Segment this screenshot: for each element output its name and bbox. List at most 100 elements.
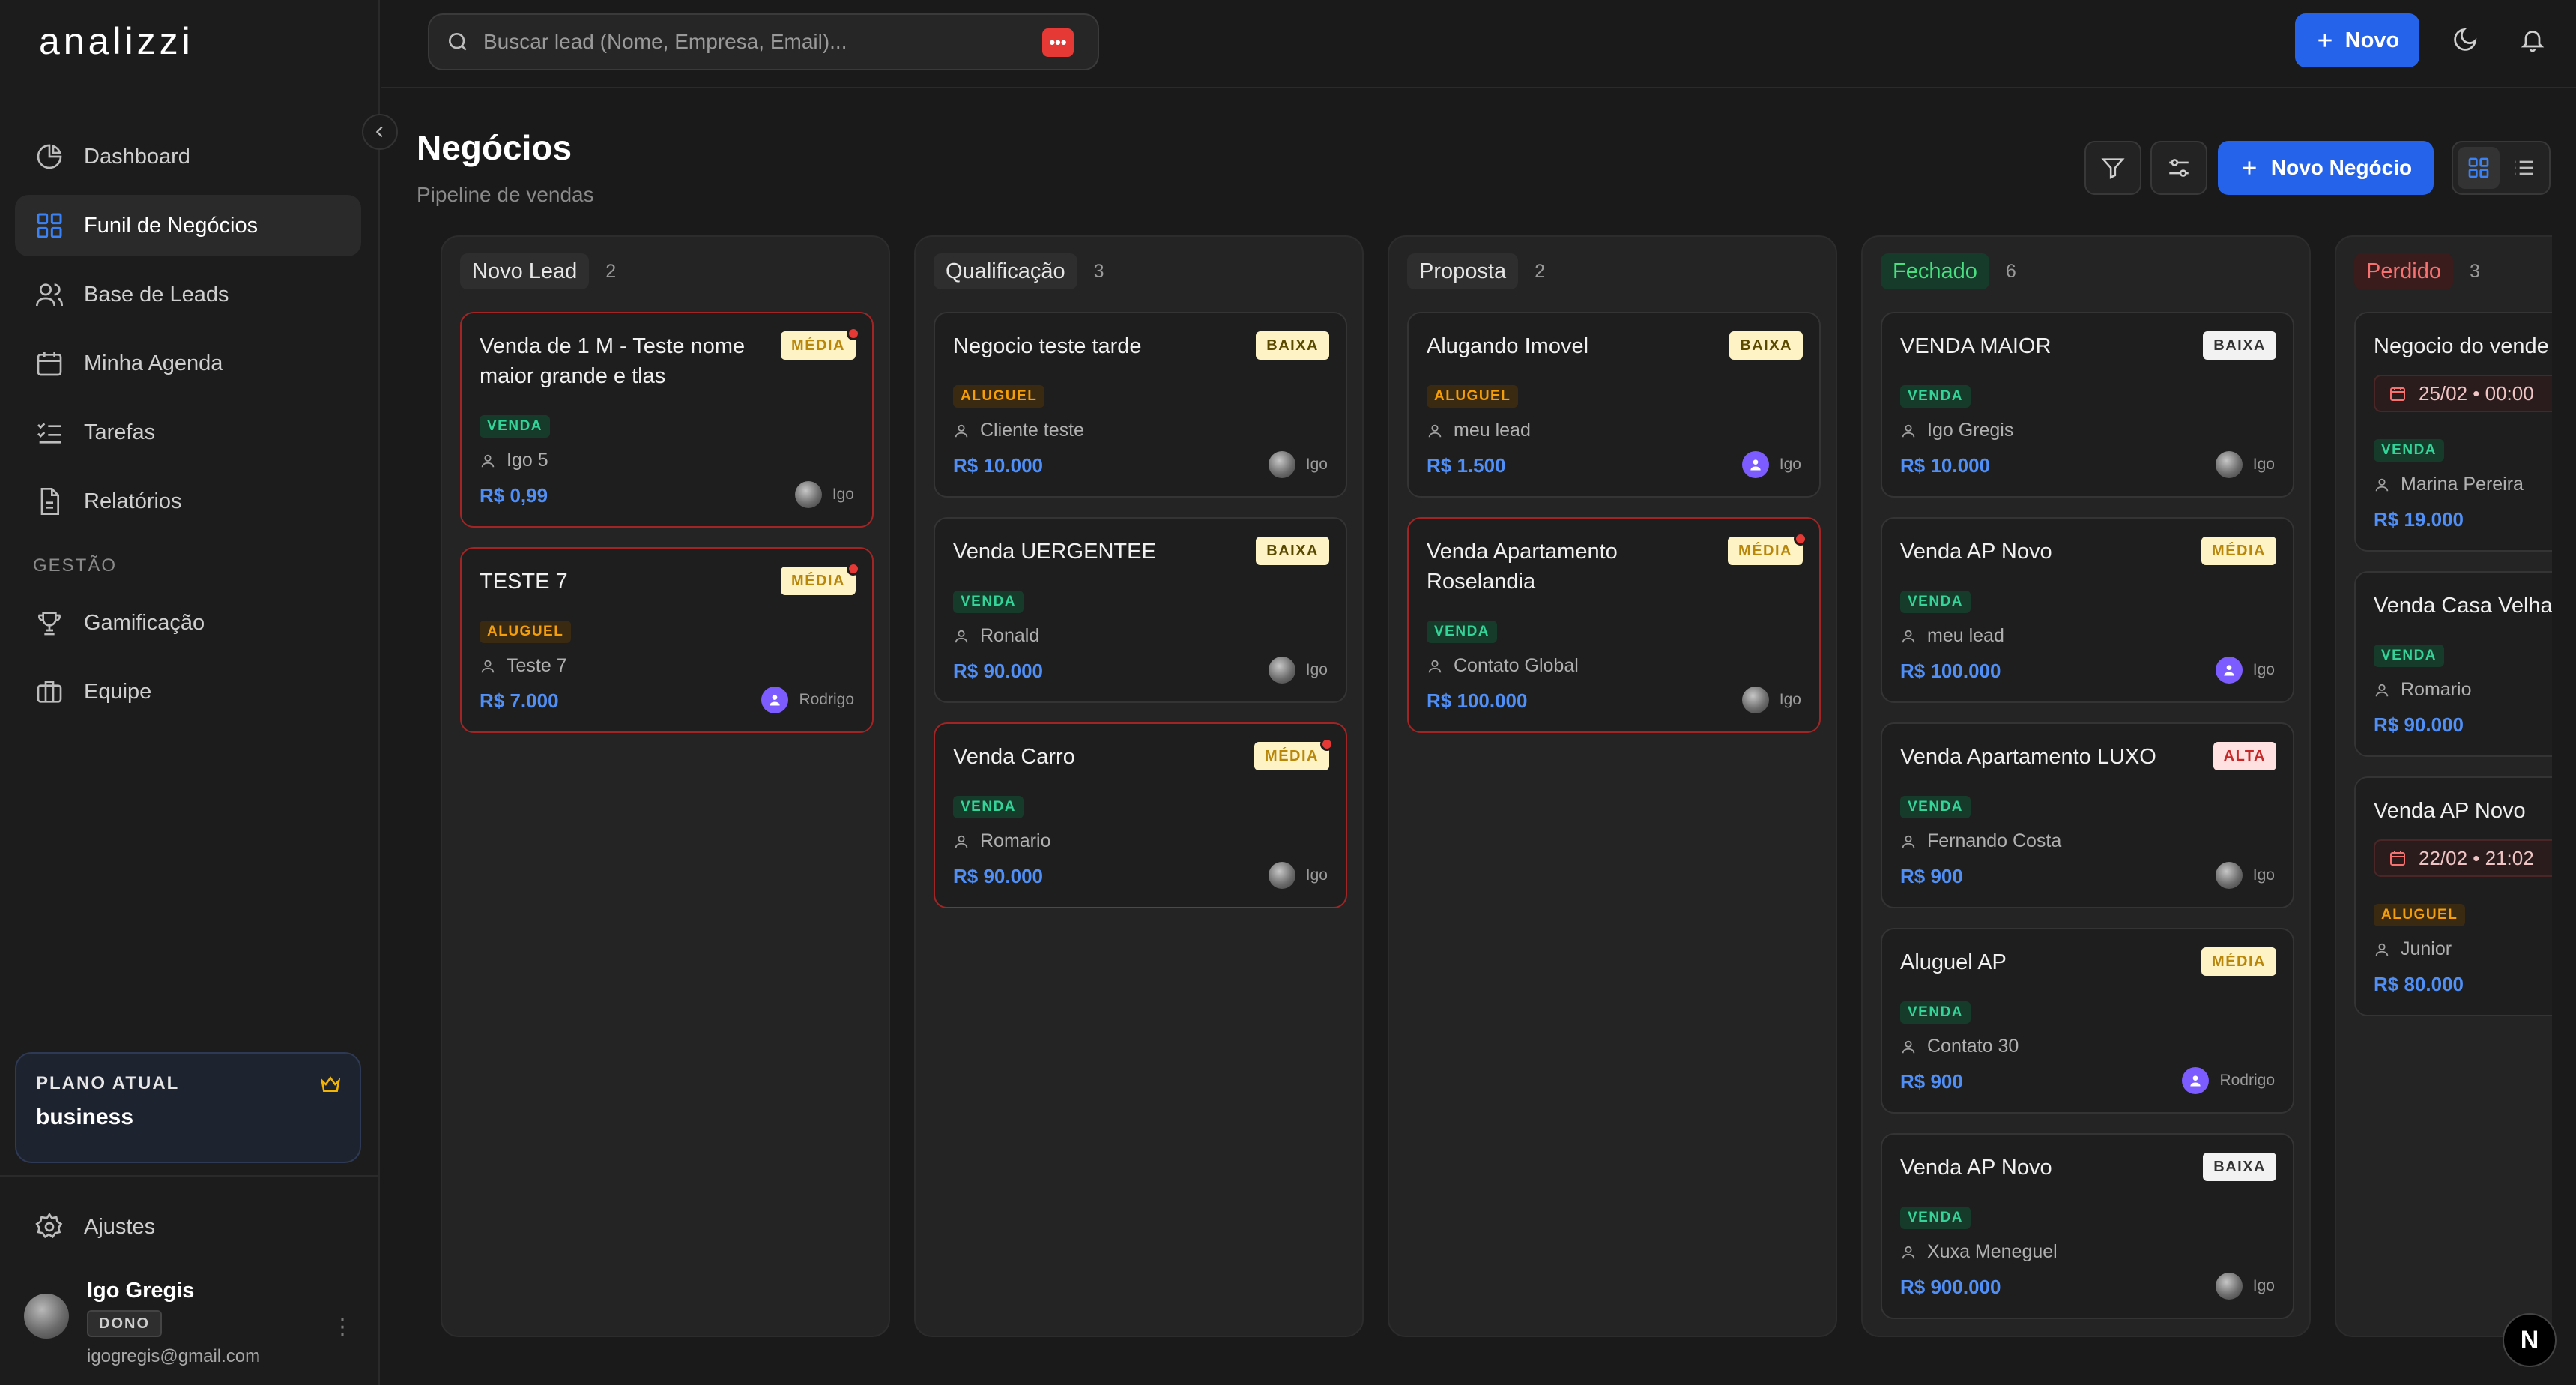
- deal-title: Venda Casa Velha: [2374, 594, 2552, 618]
- more-vertical-icon[interactable]: ⋮: [331, 1312, 354, 1342]
- deal-card[interactable]: VENDA MAIOR BAIXA VENDA Igo Gregis R$ 10…: [1881, 312, 2294, 498]
- user-icon: [1902, 630, 1915, 642]
- sidebar-item-funil[interactable]: Funil de Negócios: [15, 195, 361, 256]
- list-view-button[interactable]: [2503, 147, 2545, 189]
- column-count: 2: [605, 260, 617, 282]
- sidebar-item-label: Gamificação: [84, 610, 205, 635]
- deal-card[interactable]: Venda AP Novo 22/02 • 21:02 ALUGUEL Juni…: [2354, 776, 2552, 1016]
- deal-contact: Igo Gregis: [1900, 420, 2013, 441]
- column-title: Perdido: [2354, 253, 2453, 289]
- sidebar-item-gamificacao[interactable]: Gamificação: [15, 592, 361, 654]
- deal-type-badge: VENDA: [480, 415, 551, 438]
- user-icon: [2375, 684, 2389, 696]
- deal-card[interactable]: Venda Carro MÉDIA VENDA Romario R$ 90.00…: [934, 722, 1347, 908]
- deal-contact-name: Igo 5: [507, 450, 548, 471]
- extension-badge-icon[interactable]: •••: [1042, 28, 1074, 57]
- deal-contact: Ronald: [953, 625, 1039, 647]
- new-deal-button[interactable]: Novo Negócio: [2218, 141, 2434, 195]
- search-icon: [449, 33, 467, 51]
- view-toggle: [2452, 141, 2551, 195]
- due-date-text: 22/02 • 21:02: [2419, 846, 2534, 869]
- avatar: [2215, 1273, 2243, 1300]
- sidebar-item-label: Minha Agenda: [84, 351, 223, 375]
- deal-contact-name: Romario: [2401, 679, 2472, 700]
- deal-card[interactable]: Venda Apartamento LUXO ALTA VENDA Fernan…: [1881, 722, 2294, 908]
- deal-owner: Igo: [1268, 657, 1328, 684]
- deal-card[interactable]: Venda UERGENTEE BAIXA VENDA Ronald R$ 90…: [934, 517, 1347, 703]
- user-icon: [2375, 478, 2389, 491]
- alert-dot: [847, 327, 860, 340]
- sidebar-item-tarefas[interactable]: Tarefas: [15, 402, 361, 463]
- topbar: ••• Novo: [381, 0, 2576, 88]
- deal-owner: Igo: [2215, 451, 2275, 478]
- filter-button[interactable]: [2084, 141, 2141, 195]
- deal-type-badge: VENDA: [953, 796, 1024, 818]
- avatar: [2182, 1067, 2210, 1094]
- sidebar-item-leads[interactable]: Base de Leads: [15, 264, 361, 325]
- collapse-sidebar-button[interactable]: [362, 114, 398, 150]
- priority-badge: BAIXA: [2203, 1153, 2276, 1181]
- notifications-button[interactable]: [2514, 21, 2551, 58]
- due-date: 22/02 • 21:02: [2374, 839, 2552, 877]
- deal-card[interactable]: TESTE 7 MÉDIA ALUGUEL Teste 7 R$ 7.000 R…: [460, 547, 874, 733]
- search-box[interactable]: •••: [428, 13, 1099, 70]
- deal-card[interactable]: Aluguel AP MÉDIA VENDA Contato 30 R$ 900…: [1881, 928, 2294, 1114]
- theme-toggle-button[interactable]: [2446, 21, 2484, 58]
- deal-card[interactable]: Negocio do vende 25/02 • 00:00 VENDA Mar…: [2354, 312, 2552, 552]
- avatar: [1741, 687, 1769, 713]
- deal-contact: Igo 5: [480, 450, 548, 471]
- deal-card[interactable]: Venda AP Novo MÉDIA VENDA meu lead R$ 10…: [1881, 517, 2294, 703]
- deal-card[interactable]: Negocio teste tarde BAIXA ALUGUEL Client…: [934, 312, 1347, 498]
- deal-owner: Rodrigo: [761, 687, 854, 713]
- column-proposta: Proposta 2 Alugando Imovel BAIXA ALUGUEL…: [1388, 235, 1837, 1337]
- plan-card[interactable]: PLANO ATUAL business: [15, 1052, 361, 1163]
- sliders-icon: [2169, 159, 2189, 177]
- new-button[interactable]: Novo: [2295, 13, 2419, 67]
- user-email: igogregis@gmail.com: [87, 1346, 261, 1366]
- sidebar-item-label: Ajustes: [84, 1214, 156, 1239]
- app-logo[interactable]: analizzi: [39, 19, 194, 63]
- deal-value: R$ 100.000: [1427, 690, 1528, 712]
- deal-value: R$ 900.000: [1900, 1276, 2001, 1298]
- deal-value: R$ 1.500: [1427, 454, 1506, 477]
- deal-title: Alugando Imovel: [1427, 334, 1589, 358]
- column-header: Qualificação 3: [934, 253, 1104, 289]
- deal-owner-name: Igo: [2252, 661, 2275, 678]
- deal-title: TESTE 7: [480, 570, 568, 594]
- deal-contact: Contato Global: [1427, 655, 1579, 677]
- deal-owner-name: Igo: [2252, 1277, 2275, 1294]
- priority-badge: BAIXA: [2203, 331, 2276, 360]
- user-profile[interactable]: Igo Gregis DONO igogregis@gmail.com ⋮: [24, 1274, 354, 1372]
- user-role-badge: DONO: [87, 1310, 162, 1337]
- deal-value: R$ 90.000: [953, 660, 1043, 682]
- dev-tools-badge[interactable]: N: [2503, 1313, 2557, 1367]
- deal-card[interactable]: Venda Apartamento Roselandia MÉDIA VENDA…: [1407, 517, 1821, 733]
- avatar: [2215, 451, 2243, 478]
- adjust-button[interactable]: [2150, 141, 2207, 195]
- deal-card[interactable]: Venda AP Novo BAIXA VENDA Xuxa Meneguel …: [1881, 1133, 2294, 1319]
- column-title: Fechado: [1881, 253, 1989, 289]
- new-deal-label: Novo Negócio: [2270, 156, 2413, 179]
- alert-dot: [847, 562, 860, 576]
- deal-card[interactable]: Venda de 1 M - Teste nome maior grande e…: [460, 312, 874, 528]
- sidebar-item-agenda[interactable]: Minha Agenda: [15, 333, 361, 394]
- deal-contact-name: meu lead: [1454, 420, 1531, 441]
- deal-value: R$ 80.000: [2374, 973, 2464, 995]
- deal-card[interactable]: Alugando Imovel BAIXA ALUGUEL meu lead R…: [1407, 312, 1821, 498]
- deal-contact: Marina Pereira: [2374, 474, 2524, 495]
- sidebar-item-dashboard[interactable]: Dashboard: [15, 126, 361, 187]
- sidebar-item-equipe[interactable]: Equipe: [15, 661, 361, 722]
- deal-type-badge: ALUGUEL: [2374, 904, 2466, 926]
- user-icon: [955, 835, 968, 848]
- sidebar-item-ajustes[interactable]: Ajustes: [15, 1196, 361, 1258]
- avatar: [2215, 657, 2243, 684]
- alert-dot: [1794, 532, 1807, 546]
- deal-card[interactable]: Venda Casa Velha VENDA Romario R$ 90.000: [2354, 571, 2552, 757]
- board-view-button[interactable]: [2458, 147, 2500, 189]
- sidebar-section-gestao: GESTÃO: [33, 555, 118, 576]
- deal-owner: Rodrigo: [2182, 1067, 2275, 1094]
- deal-type-badge: VENDA: [1427, 621, 1498, 643]
- sidebar-item-relatorios[interactable]: Relatórios: [15, 471, 361, 532]
- deal-contact-name: Romario: [980, 830, 1051, 851]
- search-input[interactable]: [483, 30, 1008, 54]
